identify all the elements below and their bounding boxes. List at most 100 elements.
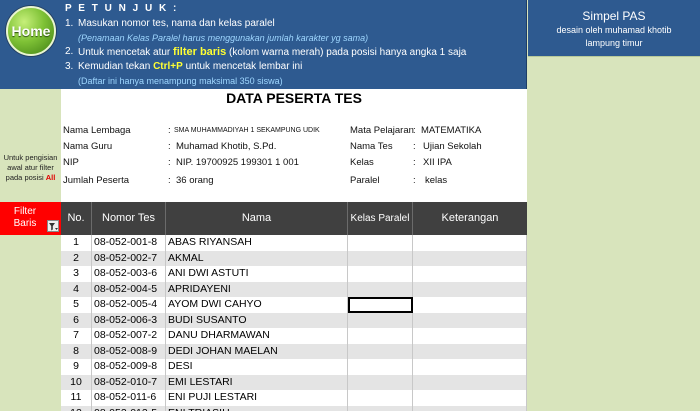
cell-no[interactable]: 4 bbox=[61, 281, 92, 297]
cell-no[interactable]: 2 bbox=[61, 250, 92, 266]
cell-keterangan[interactable] bbox=[413, 328, 527, 344]
col-nomor-tes[interactable]: Nomor Tes bbox=[92, 202, 166, 235]
spreadsheet-window: Home P E T U N J U K : 1. Masukan nomor … bbox=[0, 0, 700, 411]
cell-nama[interactable]: AYOM DWI CAHYO bbox=[166, 297, 348, 313]
cell-nomor-tes[interactable]: 08-052-007-2 bbox=[92, 328, 166, 344]
cell-nama[interactable]: ENI TRIASIH bbox=[166, 405, 348, 411]
table-row[interactable]: 10 08-052-010-7 EMI LESTARI bbox=[61, 374, 527, 390]
cell-nama[interactable]: DESI bbox=[166, 359, 348, 375]
cell-nama[interactable]: ABAS RIYANSAH bbox=[166, 235, 348, 251]
table-row[interactable]: 5 08-052-005-4 AYOM DWI CAHYO bbox=[61, 297, 527, 313]
jumlah-label: Jumlah Peserta bbox=[63, 175, 130, 186]
instruction-step-2: 2. Untuk mencetak atur filter baris (kol… bbox=[65, 46, 467, 58]
left-panel: Untuk pengisian awal atur filter pada po… bbox=[0, 89, 61, 411]
cell-kelas-paralel[interactable] bbox=[348, 390, 413, 406]
filter-dropdown-icon[interactable] bbox=[47, 220, 59, 232]
cell-nama[interactable]: EMI LESTARI bbox=[166, 374, 348, 390]
table-row[interactable]: 3 08-052-003-6 ANI DWI ASTUTI bbox=[61, 266, 527, 282]
brand-title: Simpel PAS bbox=[582, 9, 646, 23]
cell-no[interactable]: 7 bbox=[61, 328, 92, 344]
cell-kelas-paralel[interactable] bbox=[348, 266, 413, 282]
table-row[interactable]: 1 08-052-001-8 ABAS RIYANSAH bbox=[61, 235, 527, 251]
cell-kelas-paralel[interactable] bbox=[348, 405, 413, 411]
col-no[interactable]: No. bbox=[61, 202, 92, 235]
nip-label: NIP bbox=[63, 157, 79, 168]
col-nama[interactable]: Nama bbox=[166, 202, 348, 235]
table-row[interactable]: 6 08-052-006-3 BUDI SUSANTO bbox=[61, 312, 527, 328]
cell-nama[interactable]: ANI DWI ASTUTI bbox=[166, 266, 348, 282]
cell-keterangan[interactable] bbox=[413, 312, 527, 328]
cell-nama[interactable]: AKMAL bbox=[166, 250, 348, 266]
cell-nama[interactable]: DANU DHARMAWAN bbox=[166, 328, 348, 344]
cell-no[interactable]: 11 bbox=[61, 390, 92, 406]
cell-keterangan[interactable] bbox=[413, 390, 527, 406]
cell-nomor-tes[interactable]: 08-052-002-7 bbox=[92, 250, 166, 266]
cell-kelas-paralel[interactable] bbox=[348, 359, 413, 375]
cell-keterangan[interactable] bbox=[413, 281, 527, 297]
cell-keterangan[interactable] bbox=[413, 266, 527, 282]
table-row[interactable]: 7 08-052-007-2 DANU DHARMAWAN bbox=[61, 328, 527, 344]
tes-value: Ujian Sekolah bbox=[423, 141, 482, 152]
cell-keterangan[interactable] bbox=[413, 250, 527, 266]
cell-kelas-paralel[interactable] bbox=[348, 343, 413, 359]
cell-nama[interactable]: ENI PUJI LESTARI bbox=[166, 390, 348, 406]
cell-keterangan[interactable] bbox=[413, 405, 527, 411]
cell-kelas-paralel[interactable] bbox=[348, 374, 413, 390]
cell-nomor-tes[interactable]: 08-052-011-6 bbox=[92, 390, 166, 406]
table-row[interactable]: 8 08-052-008-9 DEDI JOHAN MAELAN bbox=[61, 343, 527, 359]
cell-keterangan[interactable] bbox=[413, 374, 527, 390]
cell-keterangan[interactable] bbox=[413, 359, 527, 375]
cell-nama[interactable]: DEDI JOHAN MAELAN bbox=[166, 343, 348, 359]
cell-keterangan[interactable] bbox=[413, 235, 527, 251]
col-keterangan[interactable]: Keterangan bbox=[413, 202, 527, 235]
cell-nomor-tes[interactable]: 08-052-012-5 bbox=[92, 405, 166, 411]
col-kelas-paralel[interactable]: Kelas Paralel bbox=[348, 202, 413, 235]
cell-no[interactable]: 1 bbox=[61, 235, 92, 251]
info-block: Nama Lembaga : SMA MUHAMMADIYAH 1 SEKAMP… bbox=[63, 125, 482, 186]
cell-no[interactable]: 10 bbox=[61, 374, 92, 390]
table-row[interactable]: 11 08-052-011-6 ENI PUJI LESTARI bbox=[61, 390, 527, 406]
mapel-value: MATEMATIKA bbox=[421, 125, 482, 136]
cell-no[interactable]: 5 bbox=[61, 297, 92, 313]
nip-value: NIP. 19700925 199301 1 001 bbox=[176, 157, 299, 168]
table-row[interactable]: 9 08-052-009-8 DESI bbox=[61, 359, 527, 375]
cell-no[interactable]: 12 bbox=[61, 405, 92, 411]
guru-value: Muhamad Khotib, S.Pd. bbox=[176, 141, 277, 152]
cell-kelas-paralel[interactable] bbox=[348, 297, 413, 313]
cell-nomor-tes[interactable]: 08-052-009-8 bbox=[92, 359, 166, 375]
instructions-banner: Home P E T U N J U K : 1. Masukan nomor … bbox=[0, 0, 527, 89]
table-row[interactable]: 1208-052-012-5ENI TRIASIH bbox=[61, 405, 527, 411]
kelas-label: Kelas bbox=[350, 157, 374, 168]
cell-nomor-tes[interactable]: 08-052-010-7 bbox=[92, 374, 166, 390]
right-empty-area bbox=[528, 56, 700, 411]
table-row[interactable]: 4 08-052-004-5 APRIDAYENI bbox=[61, 281, 527, 297]
cell-nomor-tes[interactable]: 08-052-006-3 bbox=[92, 312, 166, 328]
cell-nomor-tes[interactable]: 08-052-008-9 bbox=[92, 343, 166, 359]
cell-no[interactable]: 8 bbox=[61, 343, 92, 359]
cell-keterangan[interactable] bbox=[413, 297, 527, 313]
cell-nama[interactable]: BUDI SUSANTO bbox=[166, 312, 348, 328]
kelas-value: XII IPA bbox=[423, 157, 452, 168]
cell-kelas-paralel[interactable] bbox=[348, 235, 413, 251]
brand-box: Simpel PAS desain oleh muhamad khotib la… bbox=[528, 0, 700, 56]
cell-kelas-paralel[interactable] bbox=[348, 328, 413, 344]
cell-nomor-tes[interactable]: 08-052-001-8 bbox=[92, 235, 166, 251]
cell-kelas-paralel[interactable] bbox=[348, 281, 413, 297]
brand-sub-2: lampung timur bbox=[585, 38, 643, 48]
cell-kelas-paralel[interactable] bbox=[348, 250, 413, 266]
home-button[interactable]: Home bbox=[6, 6, 56, 56]
filter-baris-label: Filter Baris bbox=[13, 206, 37, 229]
table-row[interactable]: 2 08-052-002-7 AKMAL bbox=[61, 250, 527, 266]
cell-no[interactable]: 9 bbox=[61, 359, 92, 375]
cell-kelas-paralel[interactable] bbox=[348, 312, 413, 328]
cell-nomor-tes[interactable]: 08-052-003-6 bbox=[92, 266, 166, 282]
cell-no[interactable]: 3 bbox=[61, 266, 92, 282]
mapel-label: Mata Pelajaran bbox=[350, 125, 414, 136]
cell-keterangan[interactable] bbox=[413, 343, 527, 359]
cell-nomor-tes[interactable]: 08-052-005-4 bbox=[92, 297, 166, 313]
instruction-note-1: (Penamaan Kelas Paralel harus menggunaka… bbox=[78, 33, 369, 43]
cell-nama[interactable]: APRIDAYENI bbox=[166, 281, 348, 297]
cell-no[interactable]: 6 bbox=[61, 312, 92, 328]
cell-nomor-tes[interactable]: 08-052-004-5 bbox=[92, 281, 166, 297]
filter-baris-cell[interactable]: Filter Baris bbox=[0, 202, 61, 235]
